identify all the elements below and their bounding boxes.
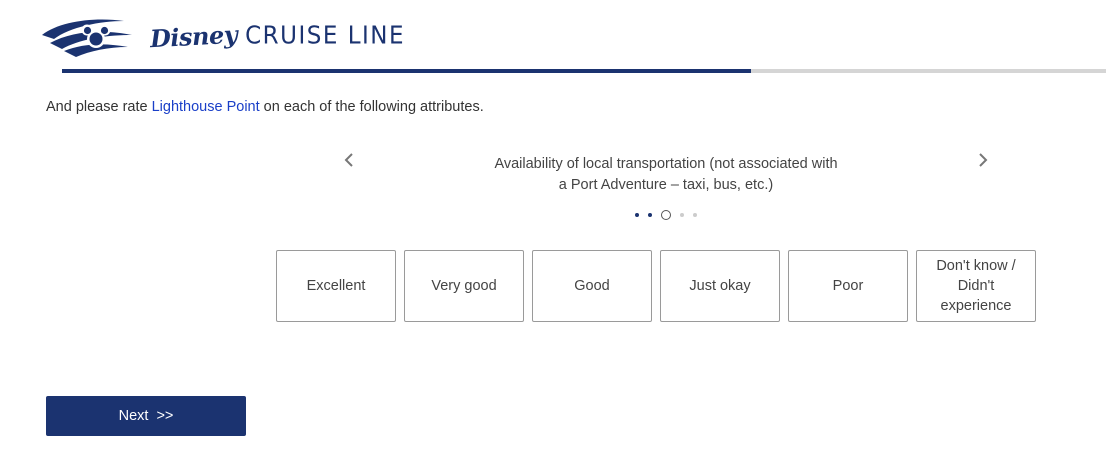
- pagination-dot-3-current[interactable]: [661, 210, 671, 220]
- rating-option-poor[interactable]: Poor: [788, 250, 908, 322]
- carousel-next-button[interactable]: [976, 153, 990, 167]
- rating-option-label: Excellent: [306, 278, 366, 294]
- rating-option-label-line-1: Don't know /: [936, 258, 1016, 274]
- rating-option-just-okay[interactable]: Just okay: [660, 250, 780, 322]
- rating-option-label-line-3: experience: [940, 298, 1012, 314]
- question-highlight-location: Lighthouse Point: [151, 99, 260, 115]
- survey-progress-fill: [62, 69, 752, 73]
- chevron-right-icon: [979, 153, 988, 167]
- rating-option-label: Good: [574, 278, 610, 294]
- rating-options: Excellent Very good Good Just okay Poor …: [276, 250, 1036, 322]
- pagination-dot-1-completed[interactable]: [635, 213, 639, 217]
- next-button-label: Next >>: [118, 408, 174, 424]
- rating-option-label: Very good: [431, 278, 497, 294]
- rating-option-dont-know[interactable]: Don't know / Didn't experience: [916, 250, 1036, 322]
- attribute-line-1: Availability of local transportation (no…: [494, 156, 838, 172]
- brand-disney-wordmark: Disney: [149, 19, 238, 53]
- pagination-dot-5-future[interactable]: [693, 213, 697, 217]
- attribute-line-2: a Port Adventure – taxi, bus, etc.): [558, 177, 774, 193]
- question-suffix: on each of the following attributes.: [259, 99, 484, 115]
- question-prefix: And please rate: [46, 99, 152, 115]
- pagination-dot-4-future[interactable]: [680, 213, 684, 217]
- rating-option-very-good[interactable]: Very good: [404, 250, 524, 322]
- carousel-pagination: [630, 209, 702, 221]
- brand-logo: Disney CRUISE LINE: [40, 12, 405, 60]
- carousel-prev-button[interactable]: [342, 153, 356, 167]
- rating-option-label: Poor: [832, 278, 864, 294]
- disney-cruise-line-logo-icon: [42, 19, 132, 57]
- survey-progress-bar: [62, 69, 1106, 73]
- rating-option-label-line-2: Didn't: [957, 278, 995, 294]
- next-button[interactable]: Next >>: [46, 396, 246, 436]
- pagination-dot-2-completed[interactable]: [648, 213, 652, 217]
- rating-option-excellent[interactable]: Excellent: [276, 250, 396, 322]
- rating-option-good[interactable]: Good: [532, 250, 652, 322]
- chevron-left-icon: [344, 153, 353, 167]
- rating-option-label: Just okay: [689, 278, 751, 294]
- brand-cruise-line-wordmark: CRUISE LINE: [245, 21, 406, 51]
- question-text: And please rate Lighthouse Point on each…: [46, 99, 484, 115]
- attribute-label: Availability of local transportation (no…: [466, 154, 866, 196]
